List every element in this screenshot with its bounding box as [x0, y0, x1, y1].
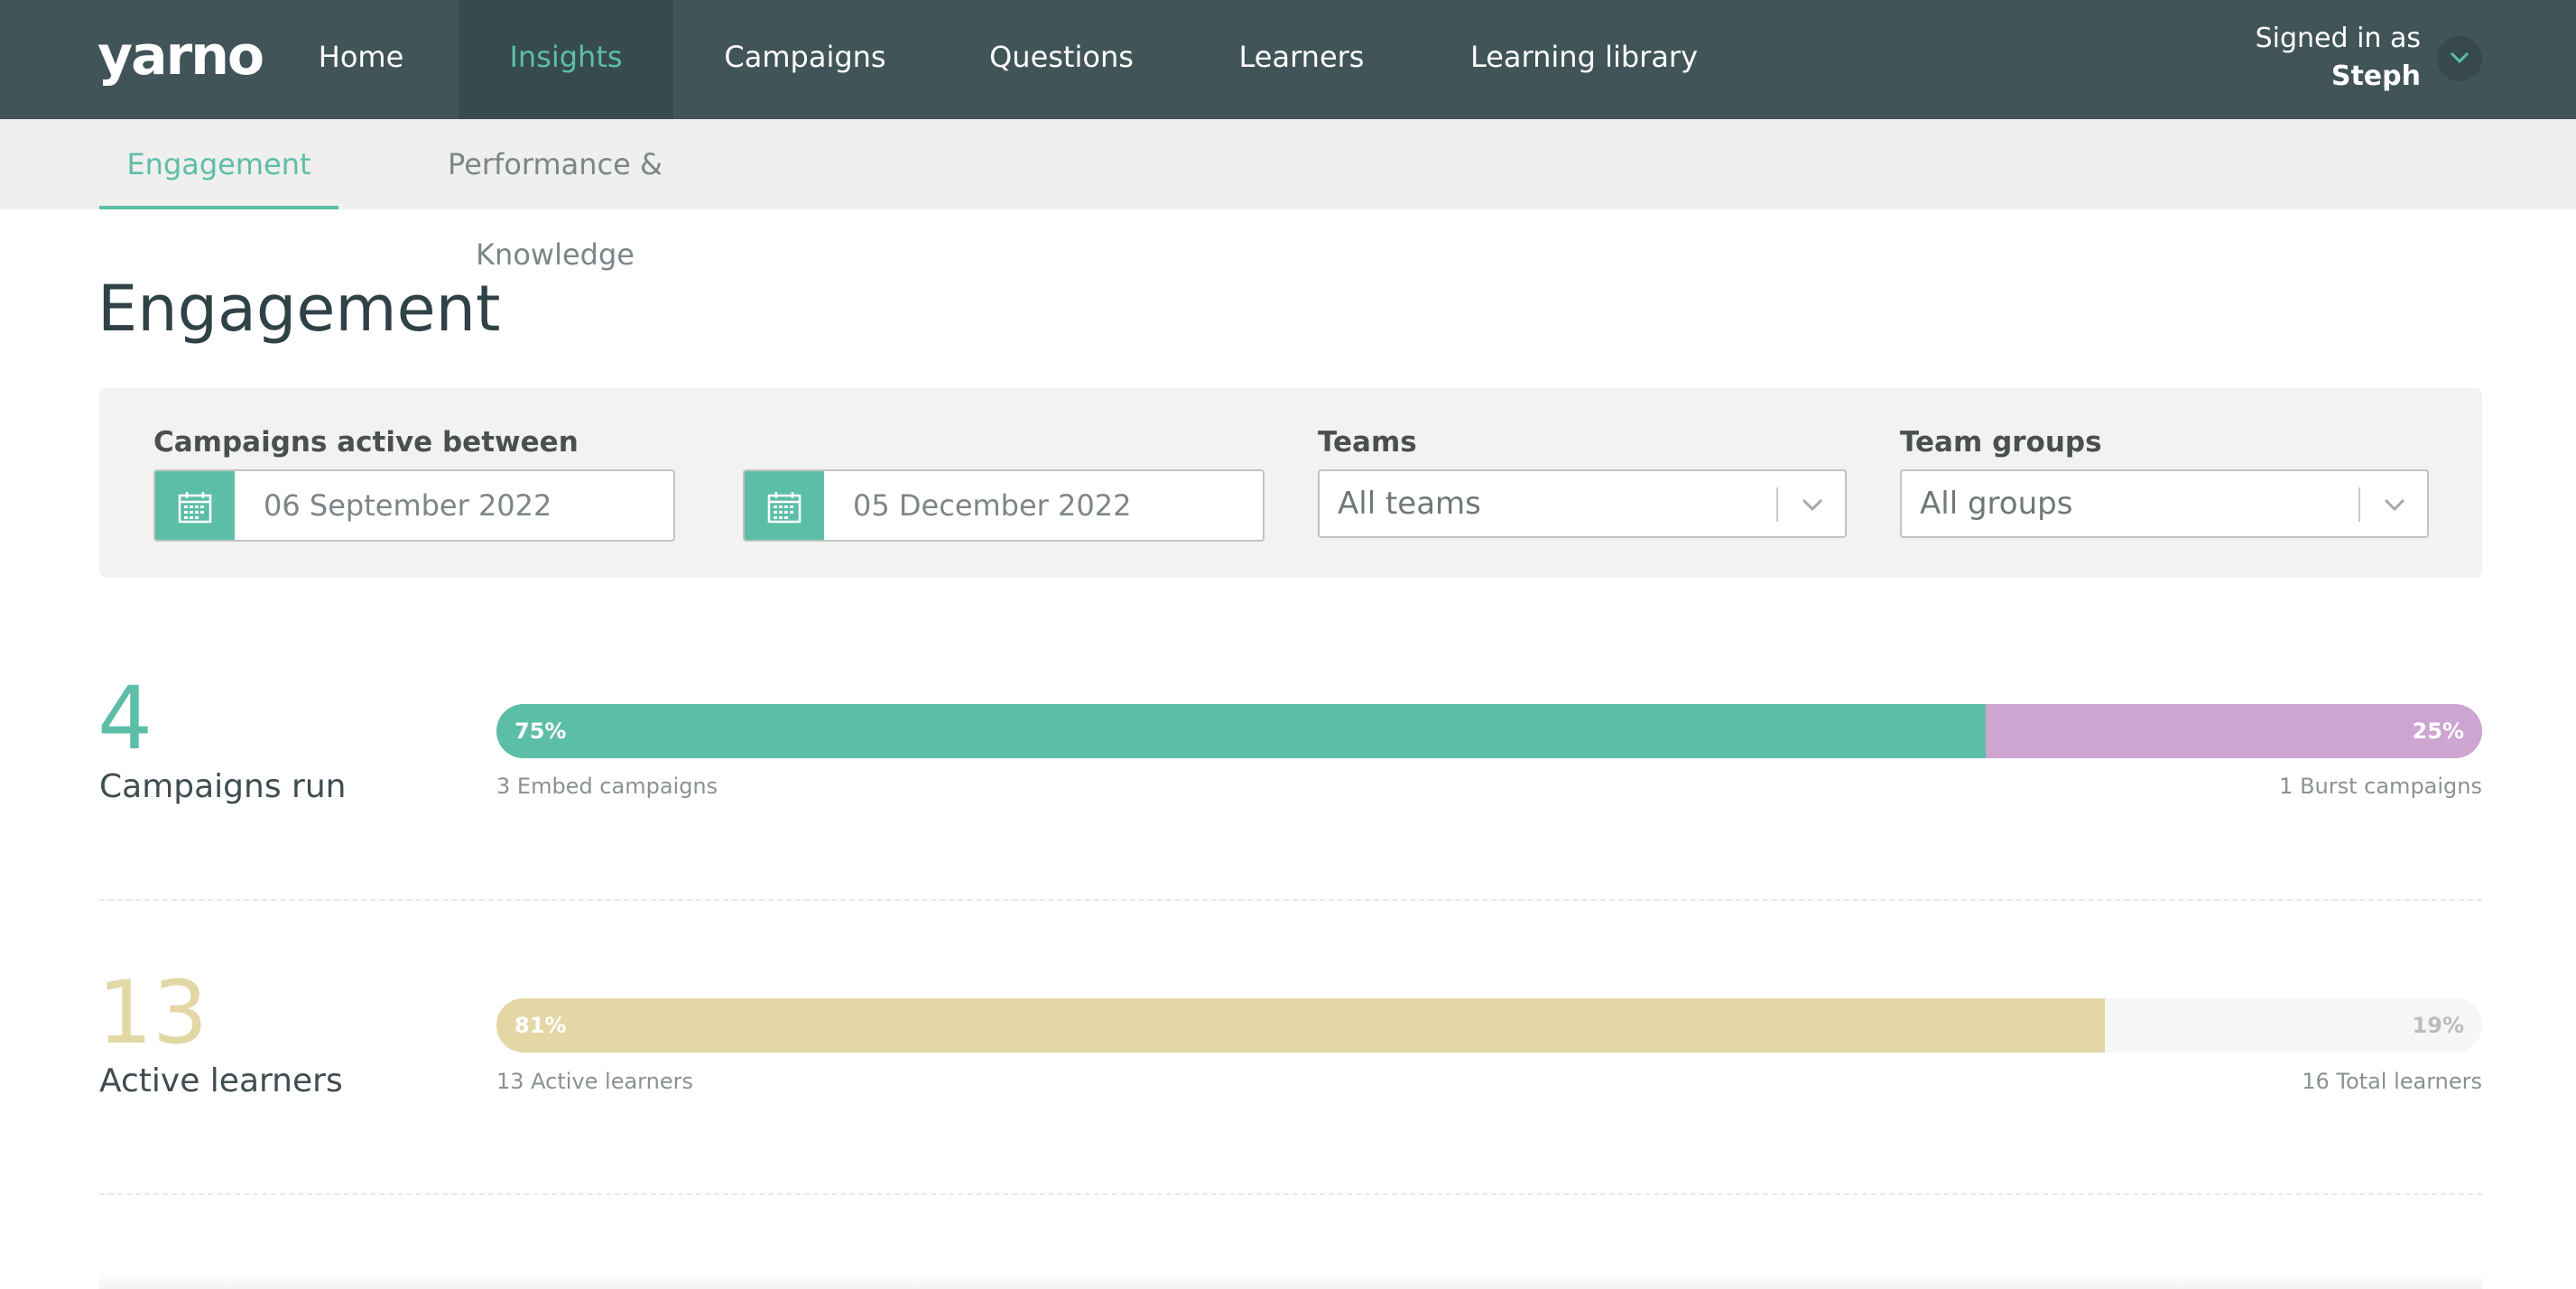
inactive-learners-pct: 19% [2412, 1013, 2464, 1038]
calendar-icon[interactable] [745, 471, 824, 540]
active-learners-caption: 13 Active learners [496, 1069, 693, 1094]
campaigns-run-label: Campaigns run [99, 768, 347, 805]
select-divider [1776, 487, 1778, 522]
select-divider [2358, 487, 2360, 522]
sub-nav: Engagement Performance & Knowledge [0, 119, 2576, 272]
nav-home[interactable]: Home [298, 0, 424, 119]
active-learners-segment [496, 998, 2105, 1053]
user-name: Steph [2330, 60, 2421, 92]
signed-in-info: Signed in as Steph [2256, 20, 2421, 96]
nav-learners[interactable]: Learners [1219, 0, 1385, 119]
section-divider [99, 1193, 2482, 1195]
learners-progress-bar: 81% 19% [496, 998, 2482, 1053]
calendar-icon[interactable] [155, 471, 235, 540]
burst-campaigns-caption: 1 Burst campaigns [2279, 774, 2482, 799]
active-learners-count: 13 [97, 962, 208, 1063]
active-learners-pct: 81% [514, 1013, 567, 1038]
active-learners-label: Active learners [99, 1062, 343, 1099]
embed-campaigns-caption: 3 Embed campaigns [496, 774, 718, 799]
end-date-value: 05 December 2022 [853, 488, 1132, 523]
yarno-logo[interactable]: yarno [97, 23, 264, 88]
embed-campaigns-segment [496, 704, 1986, 758]
next-section-edge [99, 1273, 2482, 1289]
teams-select[interactable]: All teams [1318, 469, 1847, 538]
signed-in-label: Signed in as [2255, 23, 2421, 54]
nav-campaigns[interactable]: Campaigns [708, 0, 903, 119]
page-title: Engagement [97, 272, 501, 346]
start-date-value: 06 September 2022 [264, 488, 552, 523]
filters-panel: Campaigns active between 06 September 20… [99, 388, 2482, 578]
nav-insights[interactable]: Insights [459, 0, 673, 119]
end-date-field[interactable]: 05 December 2022 [743, 469, 1265, 542]
teams-select-value: All teams [1338, 486, 1481, 522]
date-range-label: Campaigns active between [153, 426, 579, 459]
campaigns-run-count: 4 [97, 668, 153, 769]
tab-performance-knowledge[interactable]: Performance & Knowledge [370, 119, 740, 272]
team-groups-select-value: All groups [1920, 486, 2073, 522]
chevron-down-icon[interactable] [2380, 491, 2409, 518]
top-nav: yarno Home Insights Campaigns Questions … [0, 0, 2576, 119]
account-menu-button[interactable] [2437, 36, 2482, 81]
total-learners-caption: 16 Total learners [2302, 1069, 2482, 1094]
team-groups-select[interactable]: All groups [1900, 469, 2429, 538]
tab-engagement[interactable]: Engagement [99, 119, 338, 209]
chevron-down-icon[interactable] [1798, 491, 1827, 518]
burst-campaigns-segment [1986, 704, 2482, 758]
nav-learning-library[interactable]: Learning library [1453, 0, 1715, 119]
chevron-down-icon [2450, 51, 2469, 68]
team-groups-label: Team groups [1900, 426, 2102, 459]
start-date-field[interactable]: 06 September 2022 [153, 469, 675, 542]
teams-label: Teams [1318, 426, 1417, 459]
campaigns-progress-bar: 75% 25% [496, 704, 2482, 758]
nav-questions[interactable]: Questions [973, 0, 1150, 119]
section-divider [99, 899, 2482, 901]
embed-campaigns-pct: 75% [514, 719, 567, 744]
burst-campaigns-pct: 25% [2412, 719, 2464, 744]
